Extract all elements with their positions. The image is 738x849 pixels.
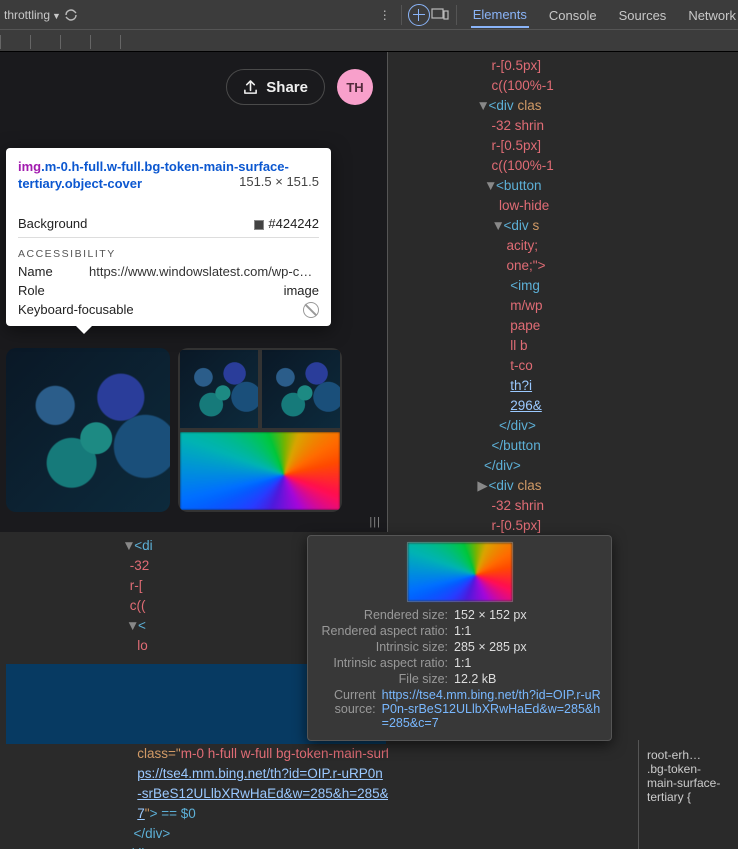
rendered-size-label: Rendered size: <box>318 608 448 622</box>
a11y-heading: ACCESSIBILITY <box>18 248 319 260</box>
tab-sources[interactable]: Sources <box>617 2 669 27</box>
bg-label: Background <box>18 216 87 231</box>
element-hover-tooltip: img.m-0.h-full.w-full.bg-token-main-surf… <box>6 148 331 326</box>
tooltip-dimensions: 151.5 × 151.5 <box>239 174 319 189</box>
tooltip-tag: img <box>18 159 41 174</box>
tab-network[interactable]: Network <box>686 2 738 27</box>
filesize-value: 12.2 kB <box>454 672 496 686</box>
bg-value: #424242 <box>254 216 319 231</box>
role-label: Role <box>18 283 45 298</box>
role-value: image <box>284 283 319 298</box>
name-label: Name <box>18 264 53 279</box>
rotate-icon[interactable] <box>61 5 81 25</box>
intrinsic-size-label: Intrinsic size: <box>318 640 448 654</box>
upload-icon <box>243 80 258 95</box>
rendered-ratio-label: Rendered aspect ratio: <box>318 624 448 638</box>
intrinsic-ratio-value: 1:1 <box>454 656 471 670</box>
source-url[interactable]: https://tse4.mm.bing.net/th?id=OIP.r-uRP… <box>382 688 601 730</box>
resize-handle[interactable]: ||| <box>369 516 381 528</box>
tab-elements[interactable]: Elements <box>471 1 529 28</box>
source-label: Current source: <box>318 688 376 730</box>
ruler-bar <box>0 30 738 52</box>
filesize-label: File size: <box>318 672 448 686</box>
divider <box>401 5 402 25</box>
inspect-element-icon[interactable] <box>408 4 430 26</box>
styles-panel[interactable]: root-erh… .bg-token-main-surface-tertiar… <box>638 740 738 849</box>
css-rule: root-erh… .bg-token-main-surface-tertiar… <box>647 748 730 804</box>
share-label: Share <box>266 79 308 96</box>
name-value: https://www.windowslatest.com/wp-co… <box>89 264 319 279</box>
throttling-dropdown[interactable]: throttling▼ <box>4 8 61 22</box>
devtools-toolbar: throttling▼ ⋮ Elements Console Sources N… <box>0 0 738 30</box>
intrinsic-size-value: 285 × 285 px <box>454 640 527 654</box>
divider <box>456 5 457 25</box>
kebab-menu-icon[interactable]: ⋮ <box>375 5 395 25</box>
avatar[interactable]: TH <box>337 69 373 105</box>
not-focusable-icon <box>303 302 319 318</box>
keyboard-focusable-label: Keyboard-focusable <box>18 302 134 318</box>
image-thumb-1[interactable] <box>6 348 170 512</box>
rendered-size-value: 152 × 152 px <box>454 608 527 622</box>
share-button[interactable]: Share <box>226 69 325 105</box>
device-toggle-icon[interactable] <box>430 5 450 25</box>
image-thumb-2[interactable] <box>178 348 342 512</box>
intrinsic-ratio-label: Intrinsic aspect ratio: <box>318 656 448 670</box>
rendered-ratio-value: 1:1 <box>454 624 471 638</box>
tab-console[interactable]: Console <box>547 2 599 27</box>
image-info-popup: Rendered size: 152 × 152 px Rendered aspe… <box>307 535 612 741</box>
